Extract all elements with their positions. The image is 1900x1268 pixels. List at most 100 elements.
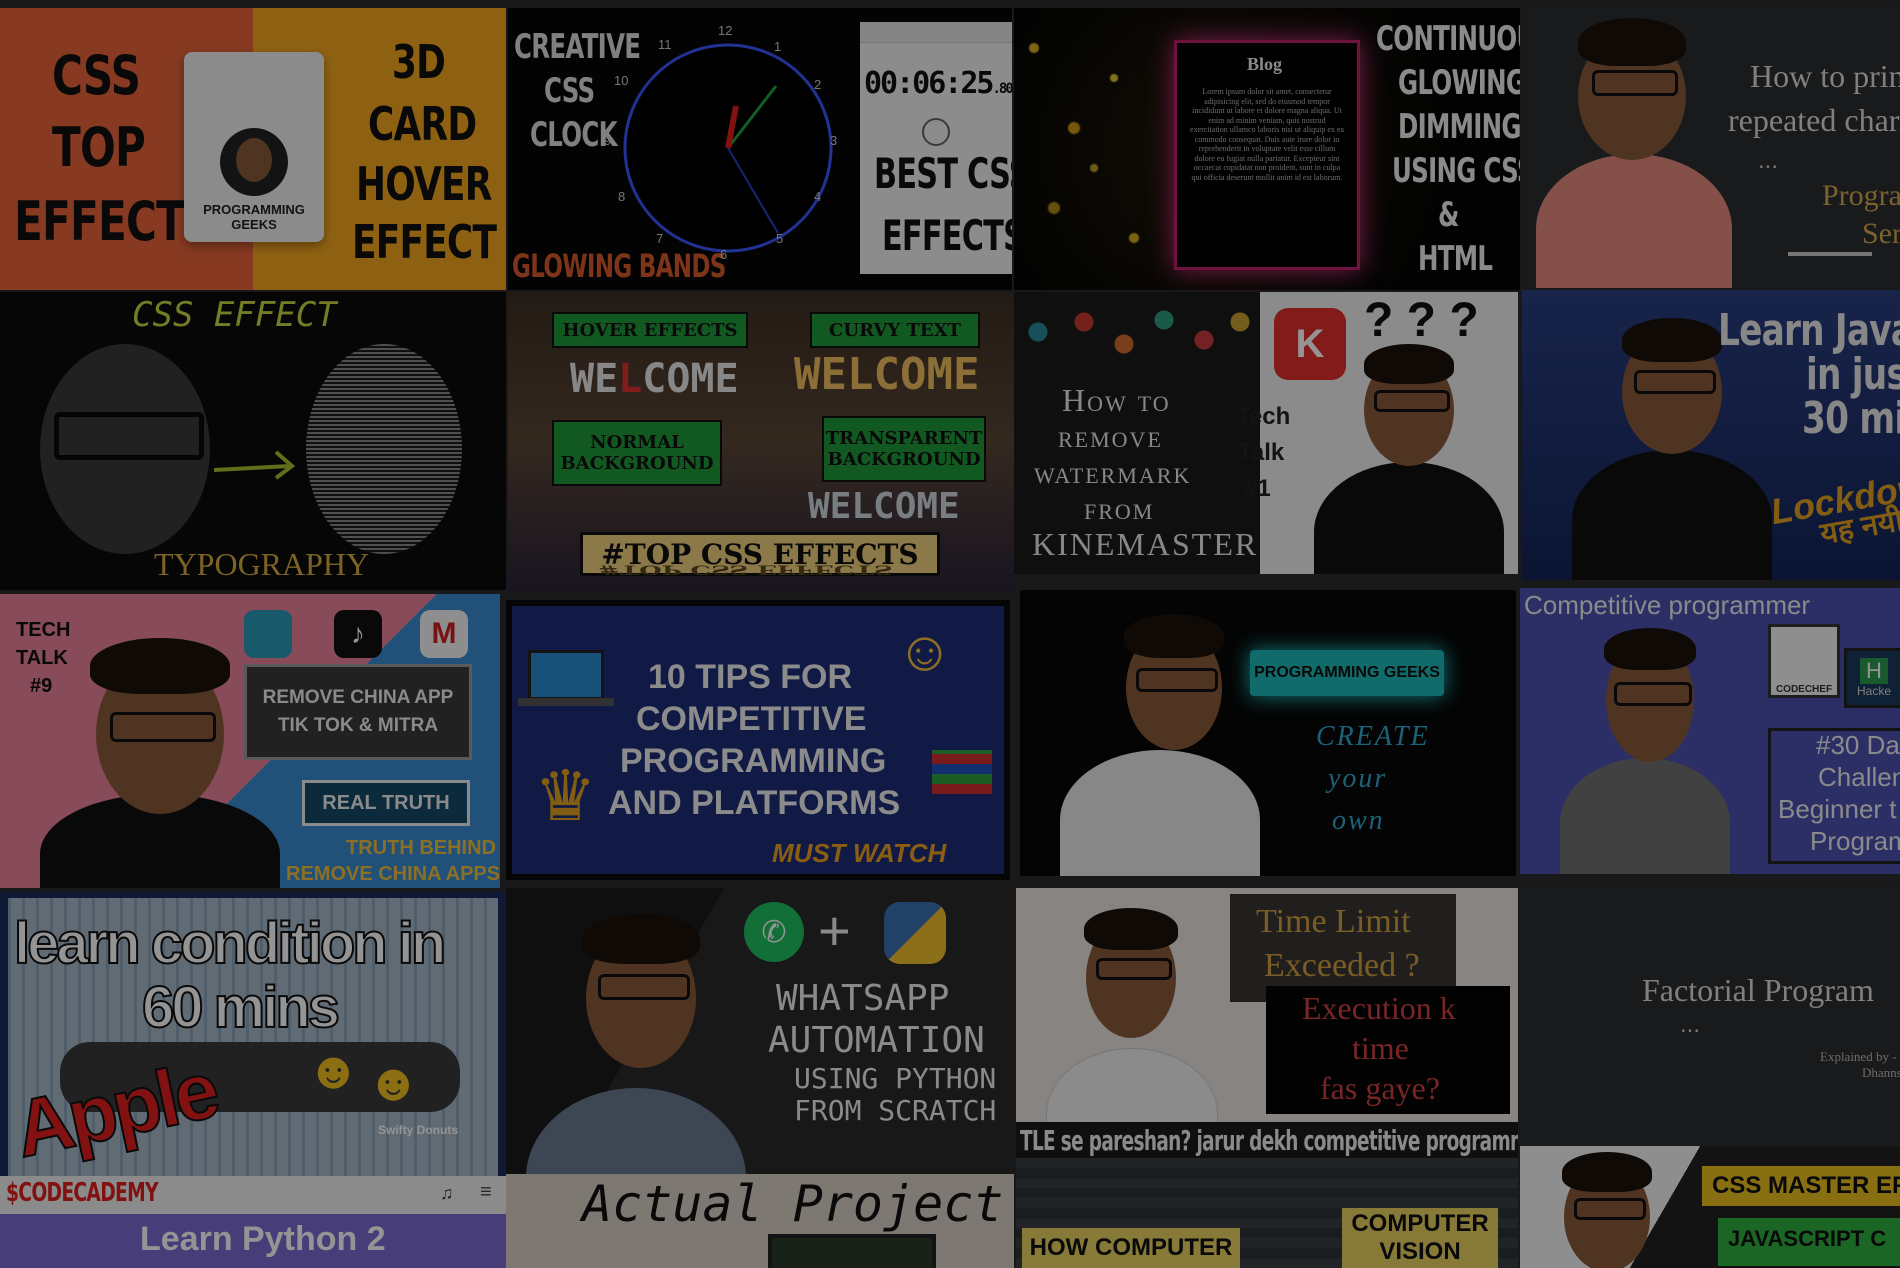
remove-china-box: REMOVE CHINA APP TIK TOK & MITRA	[244, 664, 472, 760]
time-limit-line-1: Time Limit	[1256, 903, 1411, 940]
tech-talk-3: #9	[30, 675, 53, 697]
thumbnail-learn-java[interactable]: Learn Java in jus 30 mi Lockdow यह नयी	[1522, 290, 1900, 580]
tech-talk-2: TALK	[16, 647, 68, 669]
thumbnail-competitive-tips[interactable]: 10 TIPS FOR COMPETITIVE PROGRAMMING AND …	[506, 600, 1010, 880]
right-line-2: CARD	[368, 97, 477, 151]
tips-line-4: AND PLATFORMS	[608, 784, 901, 822]
laptop-icon	[528, 650, 604, 700]
transparent-line-2: BACKGROUND	[827, 449, 981, 470]
welcome-transparent: WELCOME	[808, 486, 960, 527]
plus-sign: +	[818, 899, 851, 962]
tips-line-1: 10 TIPS FOR	[648, 658, 853, 696]
clock-number-9: 9	[604, 133, 612, 148]
whatsapp-line-3: USING PYTHON	[794, 1062, 997, 1095]
bokeh-dots	[1014, 8, 1164, 290]
thumbnail-factorial-program[interactable]: Factorial Program ... Explained by - Ma …	[1520, 882, 1900, 1268]
continuous-line-2: GLOWING	[1398, 63, 1520, 103]
stopwatch-window: 00:06:25.80 BEST CSS EFFECTS	[860, 22, 1012, 274]
computer-vision-label: COMPUTER VISION	[1342, 1208, 1498, 1268]
hackerrank-text: Hacke	[1856, 684, 1891, 698]
glasses-icon	[1592, 70, 1678, 96]
programming-geeks-badge: PROGRAMMING GEEKS	[1250, 650, 1444, 696]
logo-text-2: GEEKS	[231, 217, 277, 232]
create-line-1: CREATE	[1316, 721, 1430, 752]
menu-icon[interactable]: ≡	[480, 1182, 492, 1203]
codechef-logo: CODECHEF	[1768, 624, 1840, 698]
swifty-donuts: Swifty Donuts	[378, 1123, 458, 1137]
thumbnail-remove-china-app[interactable]: TECH TALK #9 ♪ M REMOVE CHINA APP TIK TOK…	[0, 594, 500, 888]
heart-eyes-emoji-icon: ☻	[306, 1042, 361, 1100]
thumbnail-css-clock[interactable]: CREATIVE CSS CLOCK GLOWING BANDS 12 1 2 …	[508, 8, 1012, 290]
person-body	[1060, 750, 1260, 876]
blog-text: Lorem ipsum dolor sit amet, consectetur …	[1190, 87, 1344, 182]
person-hair	[1562, 1152, 1652, 1192]
whatsapp-icon: ✆	[744, 902, 804, 962]
glasses-icon	[1614, 682, 1692, 706]
clock-number-10: 10	[614, 73, 629, 88]
must-watch-text: MUST WATCH	[772, 838, 947, 868]
glasses-icon	[1374, 390, 1450, 412]
question-marks: ? ? ?	[1364, 294, 1479, 347]
title-line-2: TOP	[52, 116, 146, 179]
css-master-label: CSS MASTER EF	[1700, 1164, 1900, 1208]
series-text-2: Ser	[1862, 217, 1900, 250]
welcome-curvy: WELCOME	[794, 349, 980, 400]
thumbnail-kinemaster-watermark[interactable]: How to remove watermark from KINEMASTER …	[1014, 292, 1518, 574]
thumbnail-print-repeated-char[interactable]: How to print f repeated char. f ... Prog…	[1522, 4, 1900, 288]
title-line-1: learn condition in	[13, 911, 447, 976]
dots: ...	[1758, 147, 1779, 174]
stopwatch-time: 00:06:25.80	[864, 66, 1012, 101]
real-truth-button: REAL TRUTH	[302, 780, 470, 826]
glasses-icon	[110, 712, 216, 742]
books-icon	[932, 750, 992, 794]
person-body	[1572, 450, 1772, 580]
title-line-1: CSS	[52, 44, 141, 107]
clock-number-5: 5	[776, 231, 784, 246]
thumbnail-learn-condition[interactable]: learn condition in 60 mins Apple ☻ ☻ Swi…	[0, 892, 506, 1268]
trophy-icon: ♛	[534, 757, 597, 835]
tech-talk-3: #1	[1244, 475, 1271, 502]
execution-line-3: fas gaye?	[1320, 1070, 1440, 1106]
execution-line-1: Execution k	[1302, 990, 1456, 1026]
thumbnail-css-top-effects[interactable]: CSS TOP EFFECTS 3D CARD HOVER EFFECT PRO…	[0, 8, 506, 290]
person-hair	[1622, 318, 1722, 362]
thumbnail-time-limit-exceeded[interactable]: Time Limit Exceeded ? Execution k time f…	[1016, 888, 1518, 1268]
glasses-icon	[1574, 1198, 1646, 1220]
drama-masks-icon: ☺	[896, 619, 954, 682]
title-line-2: remove	[1058, 418, 1163, 454]
title-line-1: Learn Java	[1718, 305, 1900, 356]
title-line-2: repeated char. f	[1728, 102, 1900, 138]
shareit-icon	[244, 610, 292, 658]
whiteboard-icon	[768, 1234, 936, 1268]
best-css-line-1: BEST CSS	[874, 149, 1012, 198]
pause-icon[interactable]	[922, 118, 950, 146]
bell-icon[interactable]: ♫	[440, 1184, 454, 1203]
hover-effects-label: HOVER EFFECTS	[552, 312, 748, 348]
ornaments	[1014, 292, 1260, 362]
thumbnail-programming-geeks[interactable]: PROGRAMMING GEEKS CREATE your own	[1020, 590, 1516, 876]
welcome-hover: WELCOME	[570, 356, 739, 402]
arrow-right-icon	[213, 450, 296, 480]
glasses-icon	[1634, 370, 1716, 394]
hackerrank-h: H	[1860, 658, 1888, 684]
title-line-1: How to print f	[1750, 58, 1900, 94]
title-line-1: How to	[1062, 382, 1171, 418]
thumbnail-glowing-blog[interactable]: Blog Lorem ipsum dolor sit amet, consect…	[1014, 8, 1520, 290]
title-line-5: KINEMASTER	[1032, 526, 1259, 562]
continuous-line-5: &	[1438, 195, 1459, 235]
thumbnail-top-css-effects[interactable]: HOVER EFFECTS CURVY TEXT WELCOME WELCOME…	[508, 292, 1014, 592]
best-css-line-2: EFFECTS	[882, 211, 1012, 260]
glasses-icon	[598, 974, 690, 1000]
whatsapp-line-1: WHATSAPP	[776, 978, 950, 1019]
thumbnail-css-effect-typography[interactable]: CSS EFFECT TYPOGRAPHY	[0, 292, 506, 590]
execution-line-2: time	[1352, 1030, 1409, 1066]
thumbnail-competitive-programmer[interactable]: Competitive programmer CODECHEF H Hacke …	[1520, 588, 1900, 874]
right-line-1: 3D	[392, 35, 446, 89]
continuous-line-6: HTML	[1418, 239, 1493, 279]
hackerrank-logo: H Hacke	[1844, 648, 1900, 708]
person-body	[1536, 154, 1732, 288]
clock-number-8: 8	[618, 189, 626, 204]
logo-card: PROGRAMMING GEEKS	[184, 52, 324, 242]
thumbnail-whatsapp-automation[interactable]: ✆ + WHATSAPP AUTOMATION USING PYTHON FRO…	[506, 888, 1014, 1268]
css-effect-title: CSS EFFECT	[132, 295, 337, 335]
